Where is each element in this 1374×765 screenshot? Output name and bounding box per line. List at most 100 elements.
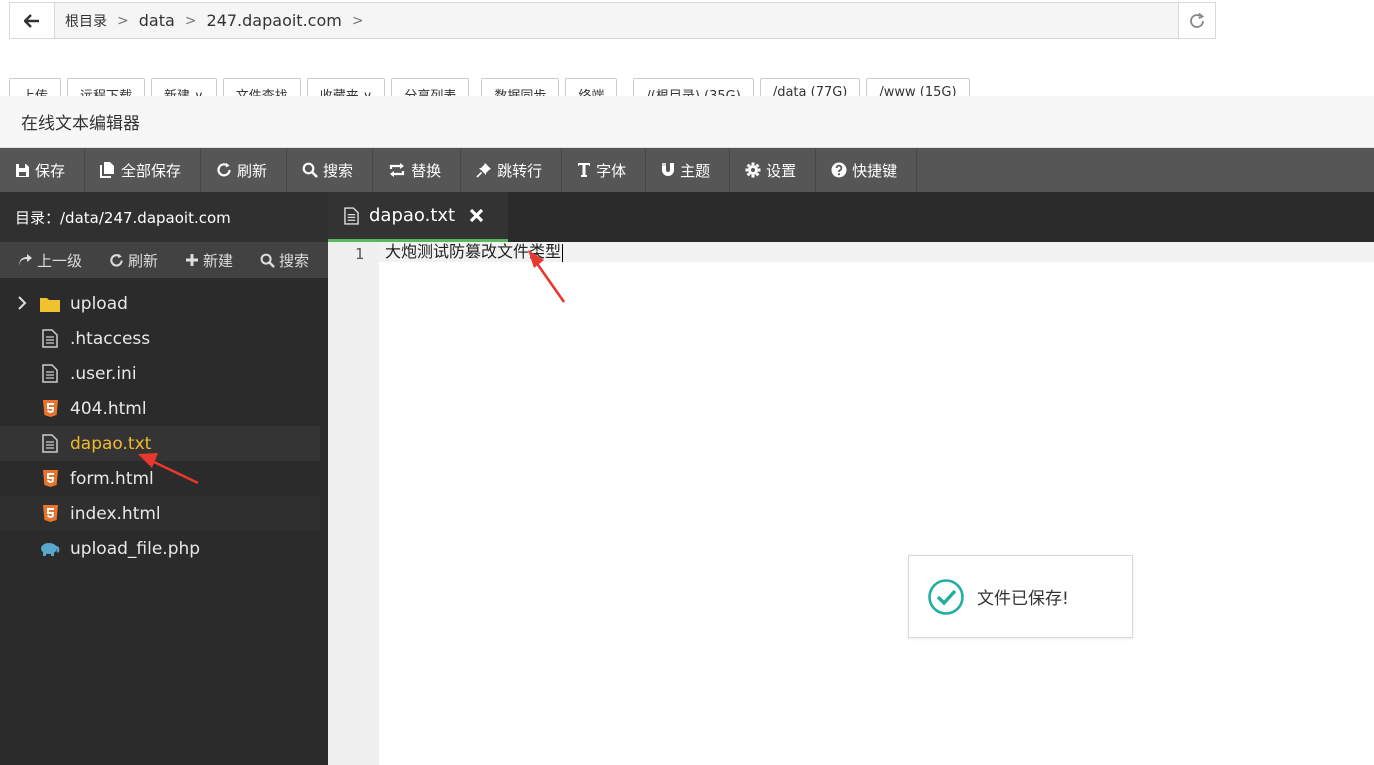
file-name: upload (70, 293, 128, 314)
file-name: .user.ini (70, 363, 137, 384)
goto-line-button[interactable]: 跳转行 (461, 148, 563, 192)
tree-item-file-active[interactable]: dapao.txt (0, 426, 320, 461)
file-name: dapao.txt (70, 433, 152, 454)
editor-body: 目录：/data/247.dapaoit.com 上一级 刷新 新建 搜索 up… (0, 192, 1374, 765)
html5-icon (42, 505, 58, 522)
breadcrumb: 根目录 > data > 247.dapaoit.com > (55, 11, 1178, 31)
replace-button[interactable]: 替换 (373, 148, 462, 192)
tree-item-file[interactable]: 404.html (0, 391, 320, 426)
editor-tabs: dapao.txt (328, 192, 1374, 242)
text-cursor (562, 243, 564, 262)
save-all-button[interactable]: 全部保存 (85, 148, 202, 192)
editor-main: dapao.txt 1 大炮测试防篡改文件类型 (328, 192, 1374, 765)
shortcuts-button[interactable]: 快捷键 (816, 148, 918, 192)
editor-toolbar: 保存 全部保存 刷新 搜索 替换 跳转行 字体 主题 设置 快捷键 (0, 148, 1374, 192)
breadcrumb-item-data[interactable]: data (139, 11, 175, 30)
save-label: 保存 (35, 161, 66, 180)
remote-download-button[interactable]: 远程下载 (67, 78, 146, 96)
close-tab-button[interactable] (469, 208, 484, 223)
file-icon (42, 434, 58, 453)
code-area[interactable]: 大炮测试防篡改文件类型 (379, 242, 1374, 765)
file-name: upload_file.php (70, 538, 201, 559)
tree-item-file[interactable]: upload_file.php (0, 531, 320, 566)
refresh-icon (217, 162, 231, 177)
code-line[interactable]: 大炮测试防篡改文件类型 (379, 242, 1374, 262)
sidebar-search-label: 搜索 (279, 251, 310, 270)
font-icon (578, 163, 591, 177)
font-label: 字体 (596, 161, 627, 180)
back-button[interactable] (10, 3, 55, 38)
replace-icon (389, 163, 405, 177)
parent-dir-button[interactable]: 上一级 (0, 250, 91, 271)
settings-button[interactable]: 设置 (730, 148, 817, 192)
breadcrumb-item-root[interactable]: 根目录 (65, 11, 107, 31)
sidebar-search-button[interactable]: 搜索 (242, 250, 318, 271)
goto-line-label: 跳转行 (497, 161, 543, 180)
tree-item-file[interactable]: index.html (0, 496, 320, 531)
sidebar-new-button[interactable]: 新建 (167, 250, 242, 271)
help-icon (831, 162, 847, 178)
tree-item-file[interactable]: .htaccess (0, 321, 320, 356)
file-tree: upload .htaccess .user.ini 404.html dapa… (0, 278, 328, 566)
pin-icon (476, 163, 492, 178)
disk-root-button[interactable]: /(根目录) (35G) (633, 78, 754, 96)
settings-label: 设置 (766, 161, 797, 180)
search-icon (302, 162, 318, 178)
editor-title: 在线文本编辑器 (0, 96, 1374, 148)
replace-label: 替换 (411, 161, 442, 180)
file-find-button[interactable]: 文件查找 (222, 78, 301, 96)
save-success-toast: 文件已保存! (908, 555, 1133, 638)
current-directory: 目录：/data/247.dapaoit.com (0, 192, 328, 242)
search-label: 搜索 (323, 161, 354, 180)
toast-message: 文件已保存! (977, 589, 1069, 609)
file-name: 404.html (70, 398, 147, 419)
save-all-label: 全部保存 (121, 161, 182, 180)
tree-item-folder[interactable]: upload (0, 286, 320, 321)
check-circle-icon (928, 578, 964, 615)
font-button[interactable]: 字体 (562, 148, 647, 192)
favorites-dropdown-button[interactable]: 收藏夹 ∨ (306, 78, 386, 96)
file-toolbar: 上传 远程下载 新建 ∨ 文件查找 收藏夹 ∨ 分享列表 数据同步 终端 /(根… (9, 78, 970, 96)
magnet-icon (662, 163, 675, 176)
breadcrumb-item-site[interactable]: 247.dapaoit.com (207, 11, 342, 30)
tree-item-file[interactable]: .user.ini (0, 356, 320, 391)
file-icon (42, 364, 58, 383)
chevron-right-icon[interactable] (17, 295, 27, 311)
plus-icon (186, 254, 199, 266)
sidebar-refresh-label: 刷新 (128, 251, 159, 270)
file-name: form.html (70, 468, 154, 489)
file-icon (42, 329, 58, 348)
php-icon (41, 542, 60, 556)
disk-data-button[interactable]: /data (77G) (759, 78, 861, 96)
html5-icon (42, 400, 58, 417)
theme-button[interactable]: 主题 (646, 148, 731, 192)
terminal-button[interactable]: 终端 (565, 78, 618, 96)
tab-label: dapao.txt (369, 205, 456, 226)
search-button[interactable]: 搜索 (287, 148, 374, 192)
chevron-right-icon: > (184, 12, 197, 29)
file-icon (344, 206, 359, 225)
save-button[interactable]: 保存 (0, 148, 86, 192)
refresh-button[interactable]: 刷新 (201, 148, 288, 192)
file-tree-sidebar: 目录：/data/247.dapaoit.com 上一级 刷新 新建 搜索 up… (0, 192, 328, 765)
tree-item-file[interactable]: form.html (0, 461, 320, 496)
disk-www-button[interactable]: /www (15G) (866, 78, 970, 96)
data-sync-button[interactable]: 数据同步 (481, 78, 560, 96)
sidebar-actions: 上一级 刷新 新建 搜索 (0, 242, 328, 278)
refresh-icon (1190, 12, 1205, 28)
refresh-path-button[interactable] (1178, 3, 1215, 38)
tab-dapao-txt[interactable]: dapao.txt (328, 192, 508, 242)
sidebar-refresh-button[interactable]: 刷新 (91, 250, 167, 271)
save-icon (16, 163, 29, 177)
chevron-right-icon: > (351, 12, 364, 29)
file-name: index.html (70, 503, 161, 524)
upload-button[interactable]: 上传 (9, 78, 62, 96)
share-list-button[interactable]: 分享列表 (391, 78, 470, 96)
save-all-icon (100, 162, 115, 178)
line-number-gutter: 1 (328, 242, 379, 765)
share-arrow-icon (19, 253, 32, 266)
new-dropdown-button[interactable]: 新建 ∨ (151, 78, 217, 96)
chevron-right-icon: > (117, 12, 129, 29)
refresh-label: 刷新 (237, 161, 268, 180)
file-name: .htaccess (70, 328, 151, 349)
